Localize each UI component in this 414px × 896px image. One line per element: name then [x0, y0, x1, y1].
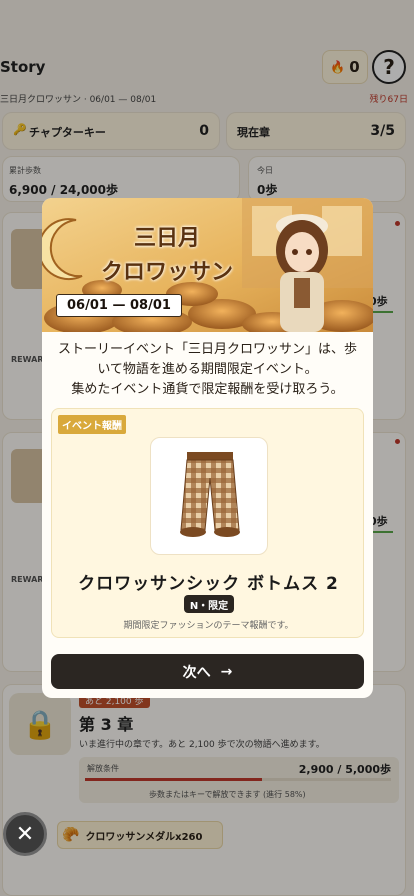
event-reward-box: イベント報酬 クロワッサンシック ボトムス 2 N・限定 期間限定ファッションの… — [51, 408, 364, 638]
reward-item-name: クロワッサンシック ボトムス 2 — [78, 574, 339, 594]
event-date-range: 06/01 — 08/01 — [56, 294, 182, 317]
close-icon[interactable]: ✕ — [3, 812, 47, 856]
event-intro-modal: 三日月 クロワッサン 06/01 — 08/01 ストーリーイベント「三日月クロ… — [42, 198, 373, 698]
reward-item-frame[interactable] — [150, 437, 268, 555]
banner-title-line2: クロワッサン — [100, 259, 233, 285]
description-line-3: 集めたイベント通貨で限定報酬を受け取ろう。 — [71, 382, 344, 397]
next-button-label: 次へ — [182, 664, 211, 681]
banner-title: 三日月 クロワッサン — [92, 220, 242, 286]
reward-item-note: 期間限定ファッションのテーマ報酬です。 — [123, 621, 294, 631]
description-line-2: いて物語を進める期間限定イベント。 — [97, 362, 318, 377]
banner-title-line1: 三日月 — [133, 225, 200, 251]
reward-tag: イベント報酬 — [58, 415, 126, 434]
rarity-badge: N・限定 — [184, 595, 234, 613]
description-line-1: ストーリーイベント「三日月クロワッサン」は、歩 — [57, 342, 357, 357]
arrow-right-icon: → — [220, 663, 233, 680]
next-button[interactable]: 次へ → — [51, 654, 364, 689]
event-description: ストーリーイベント「三日月クロワッサン」は、歩 いて物語を進める期間限定イベント… — [52, 340, 363, 400]
checkered-pants-icon — [180, 452, 240, 537]
